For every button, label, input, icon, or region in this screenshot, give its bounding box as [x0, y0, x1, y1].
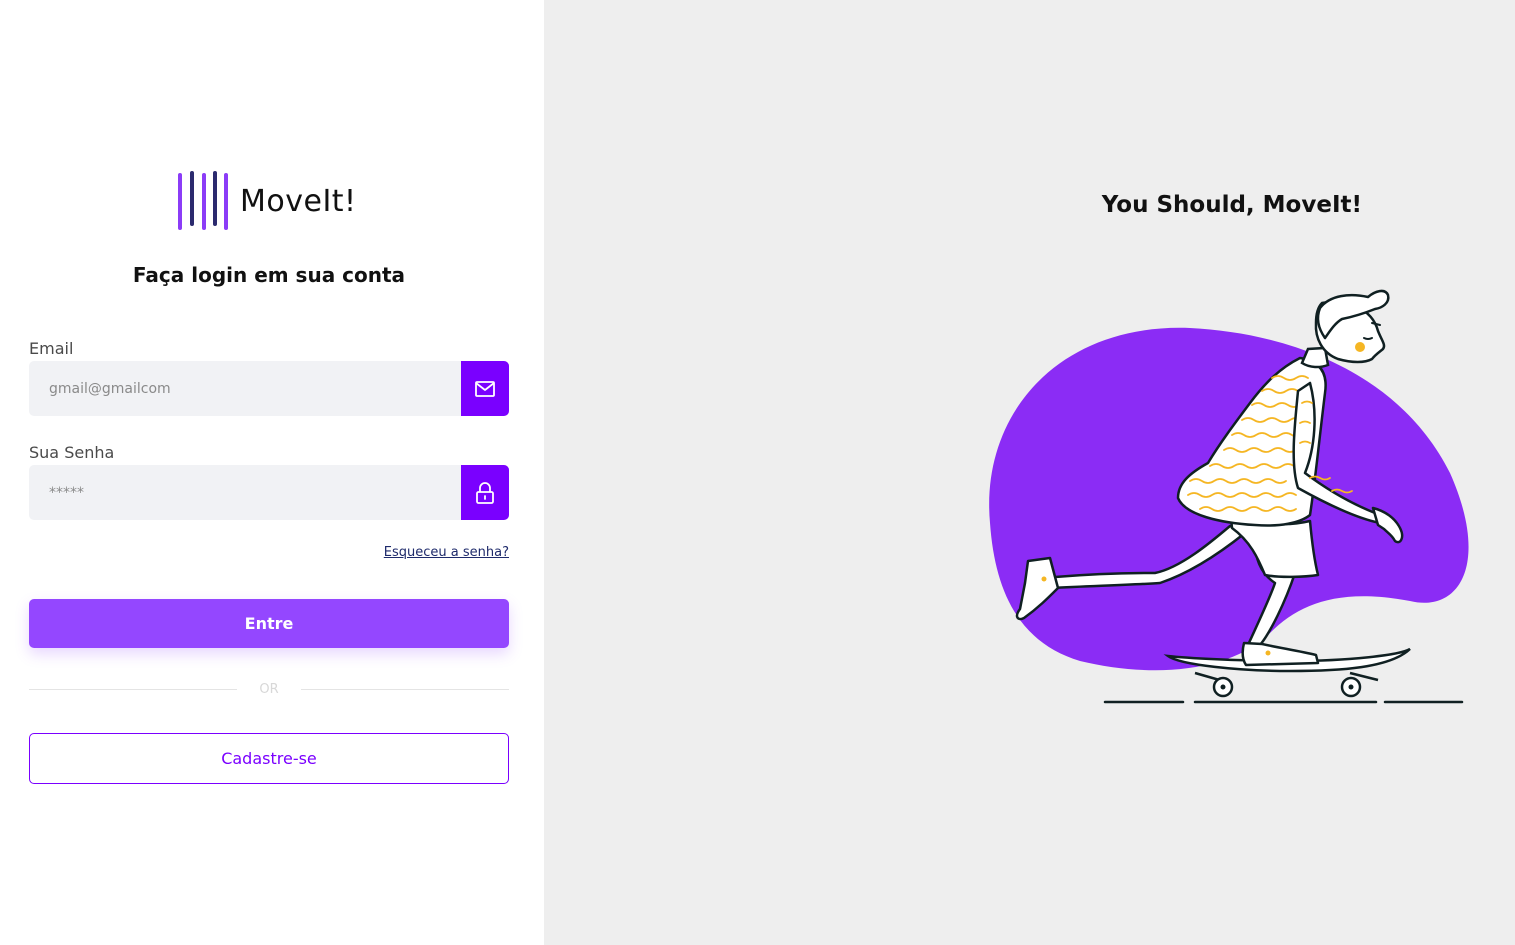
login-title: Faça login em sua conta [132, 263, 406, 287]
lock-icon [461, 465, 509, 520]
divider-line-right [301, 689, 509, 690]
or-divider: OR [29, 680, 509, 700]
mail-icon [461, 361, 509, 416]
hero-title: You Should, MoveIt! [1101, 192, 1362, 218]
password-input[interactable] [29, 465, 461, 520]
password-label: Sua Senha [29, 443, 115, 462]
front-shoe [1241, 641, 1320, 667]
email-label: Email [29, 339, 74, 358]
cheek-blush [1355, 342, 1365, 352]
password-field-wrapper [29, 465, 509, 520]
forgot-password-link[interactable]: Esqueceu a senha? [384, 545, 509, 560]
signup-button[interactable]: Cadastre-se [29, 733, 509, 784]
login-button[interactable]: Entre [29, 599, 509, 648]
email-field-wrapper [29, 361, 509, 416]
email-input[interactable] [29, 361, 461, 416]
login-panel: MoveIt! Faça login em sua conta Email Su… [0, 0, 544, 945]
skateboarder-illustration [989, 289, 1469, 704]
